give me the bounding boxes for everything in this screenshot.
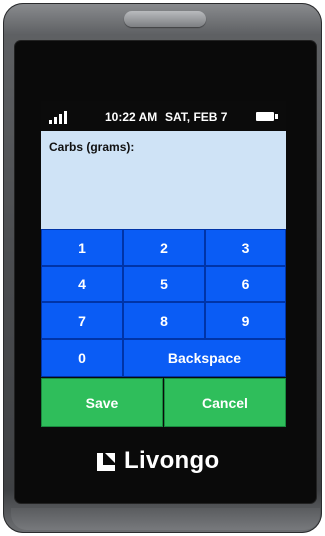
key-4[interactable]: 4: [41, 266, 123, 302]
carbs-entry-panel[interactable]: Carbs (grams):: [41, 131, 286, 229]
cancel-button[interactable]: Cancel: [164, 378, 286, 427]
device-screen: 10:22 AM SAT, FEB 7 Carbs (grams): 1 2 3…: [41, 101, 286, 427]
brand-name: Livongo: [124, 447, 220, 474]
key-7[interactable]: 7: [41, 302, 123, 339]
key-6[interactable]: 6: [205, 266, 286, 302]
key-9[interactable]: 9: [205, 302, 286, 339]
battery-icon: [256, 112, 278, 121]
device-bottom-band: [11, 508, 320, 530]
key-8[interactable]: 8: [123, 302, 205, 339]
status-bar: 10:22 AM SAT, FEB 7: [41, 101, 286, 131]
backspace-button[interactable]: Backspace: [123, 339, 286, 377]
status-date: SAT, FEB 7: [165, 110, 228, 124]
livongo-logo-icon: [96, 451, 116, 471]
signal-bars-icon: [49, 110, 67, 124]
brand-logo: Livongo: [96, 449, 219, 473]
key-1[interactable]: 1: [41, 229, 123, 266]
key-0[interactable]: 0: [41, 339, 123, 377]
carbs-entry-label: Carbs (grams):: [49, 140, 135, 154]
save-button[interactable]: Save: [41, 378, 163, 427]
key-3[interactable]: 3: [205, 229, 286, 266]
key-5[interactable]: 5: [123, 266, 205, 302]
status-time: 10:22 AM: [105, 110, 158, 124]
key-2[interactable]: 2: [123, 229, 205, 266]
device-top-clip: [124, 11, 206, 27]
